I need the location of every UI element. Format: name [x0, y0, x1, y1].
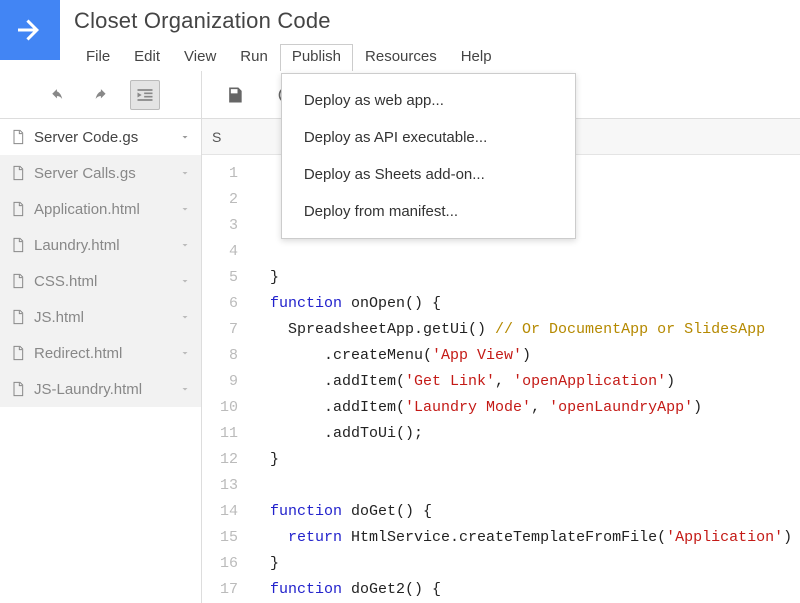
- file-name: Server Code.gs: [34, 129, 138, 146]
- title-and-menus: Closet Organization Code File Edit View …: [60, 0, 518, 71]
- file-icon: [10, 307, 26, 327]
- file-name: JS-Laundry.html: [34, 381, 142, 398]
- file-row[interactable]: Server Calls.gs: [0, 155, 201, 191]
- menu-view[interactable]: View: [172, 44, 228, 71]
- file-icon: [10, 271, 26, 291]
- menu-edit[interactable]: Edit: [122, 44, 172, 71]
- menu-help[interactable]: Help: [449, 44, 504, 71]
- save-icon: [225, 85, 245, 105]
- menu-publish[interactable]: Publish Deploy as web app... Deploy as A…: [280, 44, 353, 71]
- file-row[interactable]: JS-Laundry.html: [0, 371, 201, 407]
- deploy-from-manifest[interactable]: Deploy from manifest...: [282, 193, 575, 230]
- toolbar-left: [0, 71, 202, 118]
- file-name: Redirect.html: [34, 345, 122, 362]
- file-icon: [10, 127, 26, 147]
- redo-button[interactable]: [86, 80, 116, 110]
- menu-publish-label: Publish: [292, 48, 341, 65]
- file-row[interactable]: Server Code.gs: [0, 119, 201, 155]
- function-selector[interactable]: S: [212, 129, 221, 145]
- publish-dropdown: Deploy as web app... Deploy as API execu…: [281, 73, 576, 239]
- file-name: Application.html: [34, 201, 140, 218]
- file-name: Laundry.html: [34, 237, 120, 254]
- chevron-down-icon: [179, 203, 191, 215]
- file-row[interactable]: CSS.html: [0, 263, 201, 299]
- deploy-sheets-addon[interactable]: Deploy as Sheets add-on...: [282, 156, 575, 193]
- chevron-down-icon: [179, 347, 191, 359]
- file-icon: [10, 235, 26, 255]
- menubar: File Edit View Run Publish Deploy as web…: [74, 44, 504, 71]
- file-row[interactable]: Redirect.html: [0, 335, 201, 371]
- chevron-down-icon: [179, 275, 191, 287]
- chevron-down-icon: [179, 131, 191, 143]
- file-row[interactable]: JS.html: [0, 299, 201, 335]
- file-sidebar: Server Code.gs Server Calls.gs Application…: [0, 119, 202, 603]
- document-title[interactable]: Closet Organization Code: [74, 8, 504, 34]
- file-name: Server Calls.gs: [34, 165, 136, 182]
- undo-button[interactable]: [42, 80, 72, 110]
- file-row[interactable]: Laundry.html: [0, 227, 201, 263]
- file-icon: [10, 343, 26, 363]
- menu-file[interactable]: File: [74, 44, 122, 71]
- undo-icon: [47, 85, 67, 105]
- chevron-down-icon: [179, 167, 191, 179]
- file-name: CSS.html: [34, 273, 97, 290]
- redo-icon: [91, 85, 111, 105]
- menu-resources[interactable]: Resources: [353, 44, 449, 71]
- indent-button[interactable]: [130, 80, 160, 110]
- file-row[interactable]: Application.html: [0, 191, 201, 227]
- file-icon: [10, 199, 26, 219]
- chevron-down-icon: [179, 311, 191, 323]
- header: Closet Organization Code File Edit View …: [0, 0, 800, 71]
- file-name: JS.html: [34, 309, 84, 326]
- save-button[interactable]: [220, 80, 250, 110]
- deploy-api-executable[interactable]: Deploy as API executable...: [282, 119, 575, 156]
- menu-run[interactable]: Run: [228, 44, 280, 71]
- deploy-web-app[interactable]: Deploy as web app...: [282, 82, 575, 119]
- arrow-right-icon: [12, 12, 48, 48]
- app-logo[interactable]: [0, 0, 60, 60]
- file-icon: [10, 379, 26, 399]
- line-gutter: 1234567891011121314151617: [202, 155, 252, 603]
- chevron-down-icon: [179, 239, 191, 251]
- indent-icon: [135, 85, 155, 105]
- chevron-down-icon: [179, 383, 191, 395]
- file-icon: [10, 163, 26, 183]
